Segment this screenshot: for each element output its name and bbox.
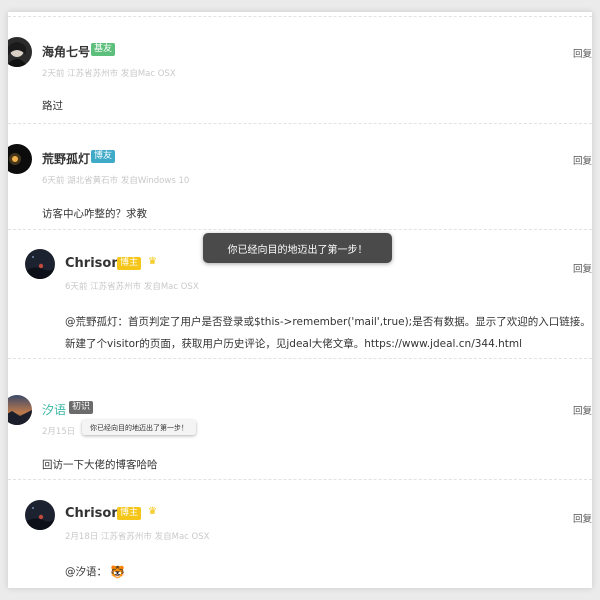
comment-meta: 2月15日	[42, 427, 76, 437]
reply-button[interactable]: 回复	[573, 46, 592, 60]
comment-author[interactable]: Chrison	[65, 256, 121, 271]
comment-text: 回访一下大佬的博客哈哈	[42, 459, 158, 471]
hover-tooltip: 你已经向目的地迈出了第一步！	[82, 420, 196, 435]
comment-meta: 2月18日 江苏省苏州市 发自Mac OSX	[65, 532, 210, 542]
divider	[8, 229, 592, 230]
reply-button[interactable]: 回复	[573, 403, 592, 417]
comment-author[interactable]: 汐语	[42, 401, 66, 418]
avatar[interactable]	[8, 144, 32, 174]
avatar[interactable]	[8, 395, 32, 425]
divider	[8, 479, 592, 480]
crown-icon: ♛	[148, 506, 157, 517]
comment-author[interactable]: Chrison	[65, 506, 121, 521]
user-badge: 博主	[117, 257, 142, 270]
user-badge: 初识	[69, 401, 94, 414]
comment-text: 路过	[42, 100, 63, 112]
reply-button[interactable]: 回复	[573, 511, 592, 525]
tiger-emoji-icon: 🐯	[110, 565, 126, 579]
reply-button[interactable]: 回复	[573, 261, 592, 275]
avatar[interactable]	[25, 249, 55, 279]
divider	[8, 16, 592, 17]
crown-icon: ♛	[148, 256, 157, 267]
comment-text: @汐语： 🐯	[65, 564, 125, 579]
comment-meta: 6天前 江苏省苏州市 发自Mac OSX	[65, 282, 199, 292]
avatar[interactable]	[8, 37, 32, 67]
divider	[8, 123, 592, 124]
comment-text-line: 新建了个visitor的页面，获取用户历史评论，见jdeal大佬文章。https…	[65, 338, 523, 350]
reply-button[interactable]: 回复	[573, 153, 592, 167]
comment-meta: 2天前 江苏省苏州市 发自Mac OSX	[42, 69, 176, 79]
comment-author[interactable]: 荒野孤灯	[42, 150, 90, 167]
user-badge: 博主	[117, 507, 142, 520]
comment-meta: 6天前 湖北省黄石市 发自Windows 10	[42, 176, 190, 186]
comment-text: 访客中心咋整的？求教	[42, 208, 147, 220]
user-badge: 博友	[91, 150, 116, 163]
comments-panel: 海角七号 基友 2天前 江苏省苏州市 发自Mac OSX 回复 路过 荒野孤灯 …	[8, 12, 592, 588]
comment-author[interactable]: 海角七号	[42, 43, 90, 60]
comment-text-prefix: @汐语：	[65, 566, 107, 578]
divider	[8, 358, 592, 359]
user-badge: 基友	[91, 43, 116, 56]
avatar[interactable]	[25, 500, 55, 530]
comment-text-line: @荒野孤灯：首页判定了用户是否登录或$this->remember('mail'…	[65, 316, 591, 328]
toast-message: 你已经向目的地迈出了第一步！	[203, 233, 392, 263]
